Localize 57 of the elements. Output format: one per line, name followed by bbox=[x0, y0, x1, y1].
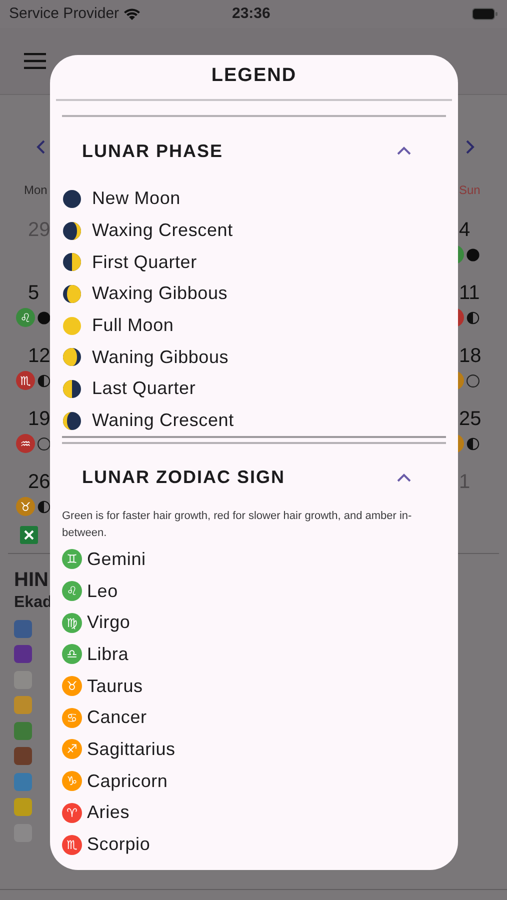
wifi-icon bbox=[123, 8, 142, 20]
zodiac-badge: ♏ bbox=[62, 834, 82, 855]
phase-label: Full Moon bbox=[92, 314, 174, 338]
zodiac-label: Taurus bbox=[87, 674, 143, 698]
zodiac-badge: ♋ bbox=[62, 708, 82, 728]
day-number[interactable]: 26 bbox=[24, 469, 50, 495]
phase-label: First Quarter bbox=[92, 250, 197, 274]
weekday-label: Sun bbox=[459, 182, 480, 199]
phase-label: Last Quarter bbox=[92, 377, 196, 400]
day-number[interactable]: 11 bbox=[459, 280, 480, 306]
section-header[interactable]: LUNAR PHASE bbox=[50, 117, 458, 185]
zodiac-badge: ♉ bbox=[16, 497, 35, 516]
battery-icon bbox=[472, 8, 498, 20]
chevron-up-icon bbox=[396, 472, 412, 482]
clock-text: 23:36 bbox=[232, 4, 270, 24]
phase-label: Waxing Gibbous bbox=[92, 282, 228, 306]
spreadsheet-icon[interactable] bbox=[20, 526, 38, 544]
chevron-right-icon[interactable] bbox=[465, 139, 475, 155]
zodiac-badge: ♍ bbox=[62, 612, 82, 633]
day-number[interactable]: 25 bbox=[459, 406, 482, 432]
chevron-up-icon bbox=[396, 146, 412, 156]
zodiac-badge: ♑ bbox=[62, 771, 82, 792]
zodiac-label: Gemini bbox=[87, 548, 146, 571]
zodiac-label: Scorpio bbox=[87, 833, 150, 856]
weekday-label: Mon bbox=[24, 182, 48, 199]
zodiac-badge: ♒ bbox=[16, 434, 35, 453]
zodiac-badge: ♎ bbox=[62, 644, 82, 664]
zodiac-badge: ♌ bbox=[16, 308, 35, 327]
zodiac-badge: ♏ bbox=[16, 371, 35, 390]
carrier-text: Service Provider bbox=[9, 4, 120, 24]
zodiac-label: Aries bbox=[87, 801, 130, 824]
section-header[interactable]: LUNAR ZODIAC SIGN bbox=[50, 444, 458, 512]
phase-label: Waxing Crescent bbox=[92, 219, 233, 242]
chevron-left-icon[interactable] bbox=[36, 139, 46, 155]
zodiac-badge: ♈ bbox=[62, 802, 82, 823]
day-number[interactable]: 18 bbox=[459, 343, 482, 369]
hints-title: HIN bbox=[14, 568, 48, 592]
zodiac-label: Virgo bbox=[87, 611, 130, 634]
legend-note: Green is for faster hair growth, red for slower hair growth, and amber in-between. bbox=[62, 508, 413, 540]
phase-label: New Moon bbox=[92, 187, 180, 210]
zodiac-label: Sagittarius bbox=[87, 738, 176, 761]
zodiac-label: Leo bbox=[87, 580, 118, 603]
day-number[interactable]: 5 bbox=[24, 280, 40, 306]
zodiac-label: Libra bbox=[87, 642, 129, 666]
phase-label: Waning Gibbous bbox=[92, 346, 229, 369]
phase-label: Waning Crescent bbox=[92, 409, 234, 432]
day-number[interactable]: 19 bbox=[24, 406, 50, 432]
zodiac-badge: ♉ bbox=[62, 676, 82, 696]
zodiac-badge: ♐ bbox=[62, 739, 82, 760]
dialog-title: LEGEND bbox=[210, 64, 298, 87]
zodiac-badge: ♊ bbox=[62, 549, 82, 570]
day-number[interactable]: 4 bbox=[459, 217, 470, 243]
zodiac-label: Cancer bbox=[87, 706, 147, 730]
day-number[interactable]: 12 bbox=[24, 343, 50, 369]
menu-icon[interactable] bbox=[24, 53, 46, 69]
zodiac-label: Capricorn bbox=[87, 770, 168, 793]
zodiac-badge: ♌ bbox=[62, 581, 82, 602]
